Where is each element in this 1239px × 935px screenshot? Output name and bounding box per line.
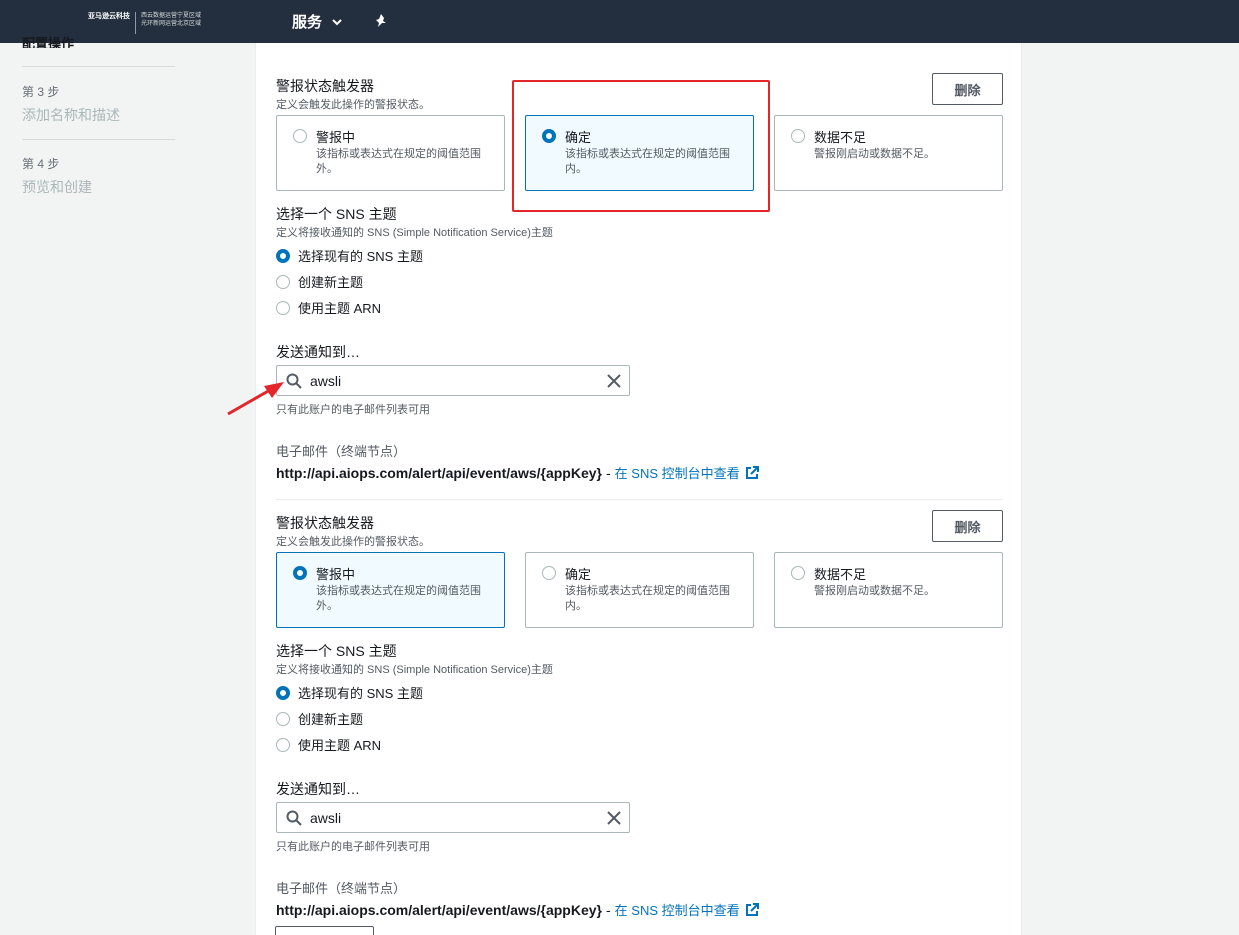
services-label: 服务 [292,14,323,31]
trigger-desc: 定义会触发此操作的警报状态。 [276,536,430,548]
sns-option-existing[interactable]: 选择现有的 SNS 主题 [276,246,423,265]
state-title: 数据不足 [814,130,867,145]
radio-button[interactable] [276,685,290,700]
option-label: 使用主题 ARN [298,738,382,753]
endpoint-url: http://api.aiops.com/alert/api/event/aws… [276,464,602,481]
step-3-number: 第 3 步 [22,85,60,99]
region-line-1: 西云数据运营宁夏区域 [141,13,202,19]
state-desc: 该指标或表达式在规定的阈值范围内。 [565,585,730,612]
endpoint-label: 电子邮件（终端节点） [276,444,407,459]
notification-block: 警报状态触发器 定义会触发此操作的警报状态。 删除 警报中 该指标或表达式在规定… [256,480,1023,935]
state-radio[interactable] [542,566,556,580]
search-value[interactable]: awsli [310,810,607,826]
sns-option-new[interactable]: 创建新主题 [276,272,363,291]
endpoint-label: 电子邮件（终端节点） [276,881,407,896]
notification-block: 警报状态触发器 定义会触发此操作的警报状态。 删除 警报中 该指标或表达式在规定… [256,43,1023,499]
radio-button[interactable] [276,274,290,289]
chevron-down-icon [332,18,342,25]
sns-desc: 定义将接收通知的 SNS (Simple Notification Servic… [276,227,553,239]
state-desc: 该指标或表达式在规定的阈值范围内。 [565,148,730,175]
sns-console-link[interactable]: 在 SNS 控制台中查看 [615,900,740,919]
state-title: 警报中 [316,130,356,145]
option-label: 创建新主题 [298,275,364,290]
search-icon [286,810,302,826]
trigger-label: 警报状态触发器 [276,515,374,531]
search-hint: 只有此账户的电子邮件列表可用 [276,404,430,416]
external-link-icon[interactable] [745,902,759,917]
close-icon[interactable] [607,810,621,825]
state-tile-ok[interactable]: 确定 该指标或表达式在规定的阈值范围内。 [525,115,754,191]
close-icon[interactable] [607,373,621,388]
state-radio[interactable] [293,566,307,580]
radio-button[interactable] [276,711,290,726]
step-4-number: 第 4 步 [22,157,60,171]
state-radio[interactable] [791,566,805,580]
sns-label: 选择一个 SNS 主题 [276,643,397,659]
endpoint-row: http://api.aiops.com/alert/api/event/aws… [276,900,759,919]
state-title: 警报中 [316,567,356,582]
sns-option-arn[interactable]: 使用主题 ARN [276,298,381,317]
external-link-icon[interactable] [745,465,759,480]
state-radio[interactable] [293,129,307,143]
state-desc: 警报刚启动或数据不足。 [814,585,935,597]
sns-option-new[interactable]: 创建新主题 [276,709,363,728]
separator: - [605,901,611,918]
brand-logo[interactable]: 亚马逊云科技 西云数据运营宁夏区域 光环新网运营北京区域 [88,12,201,34]
top-nav: 亚马逊云科技 西云数据运营宁夏区域 光环新网运营北京区域 服务 [0,0,1239,43]
remove-button[interactable]: 删除 [932,510,1003,542]
step-3-name[interactable]: 添加名称和描述 [22,105,120,125]
pin-icon[interactable] [373,13,389,29]
endpoint-url: http://api.aiops.com/alert/api/event/aws… [276,901,602,918]
radio-button[interactable] [276,737,290,752]
services-menu[interactable]: 服务 [292,11,342,32]
state-title: 确定 [565,567,592,582]
radio-button[interactable] [276,300,290,315]
option-label: 选择现有的 SNS 主题 [298,249,423,264]
sns-option-arn[interactable]: 使用主题 ARN [276,735,381,754]
option-label: 使用主题 ARN [298,301,382,316]
state-radio[interactable] [791,129,805,143]
radio-button[interactable] [276,248,290,263]
notification-panel: 警报状态触发器 定义会触发此操作的警报状态。 删除 警报中 该指标或表达式在规定… [255,43,1022,935]
sns-label: 选择一个 SNS 主题 [276,206,397,222]
step-4-name[interactable]: 预览和创建 [22,177,92,197]
state-title: 确定 [565,130,592,145]
send-to-label: 发送通知到… [276,344,360,360]
remove-button[interactable]: 删除 [932,73,1003,105]
topic-search-input[interactable]: awsli [276,365,630,396]
step-2-name: 配置操作 [22,36,75,48]
sns-option-existing[interactable]: 选择现有的 SNS 主题 [276,683,423,702]
state-tile-insufficient[interactable]: 数据不足 警报刚启动或数据不足。 [774,552,1003,628]
region-line-2: 光环新网运营北京区域 [141,21,202,27]
region-info: 西云数据运营宁夏区域 光环新网运营北京区域 [141,12,201,28]
search-hint: 只有此账户的电子邮件列表可用 [276,841,430,853]
state-desc: 该指标或表达式在规定的阈值范围外。 [316,148,481,175]
state-tile-ok[interactable]: 确定 该指标或表达式在规定的阈值范围内。 [525,552,754,628]
trigger-label: 警报状态触发器 [276,78,374,94]
search-icon [286,373,302,389]
state-tile-alarm[interactable]: 警报中 该指标或表达式在规定的阈值范围外。 [276,552,505,628]
topic-search-input[interactable]: awsli [276,802,630,833]
state-desc: 该指标或表达式在规定的阈值范围外。 [316,585,481,612]
logo-separator [135,12,136,34]
search-value[interactable]: awsli [310,373,607,389]
brand-name: 亚马逊云科技 [88,13,130,20]
state-title: 数据不足 [814,567,867,582]
annotation-arrow [227,382,284,416]
step-divider [22,66,175,67]
add-notification-button[interactable] [275,926,374,935]
state-tile-alarm[interactable]: 警报中 该指标或表达式在规定的阈值范围外。 [276,115,505,191]
state-tile-insufficient[interactable]: 数据不足 警报刚启动或数据不足。 [774,115,1003,191]
send-to-label: 发送通知到… [276,781,360,797]
state-desc: 警报刚启动或数据不足。 [814,148,935,160]
sns-desc: 定义将接收通知的 SNS (Simple Notification Servic… [276,664,553,676]
separator: - [605,464,611,481]
step-divider [22,139,175,140]
trigger-desc: 定义会触发此操作的警报状态。 [276,99,430,111]
option-label: 创建新主题 [298,712,364,727]
option-label: 选择现有的 SNS 主题 [298,686,423,701]
state-radio[interactable] [542,129,556,143]
